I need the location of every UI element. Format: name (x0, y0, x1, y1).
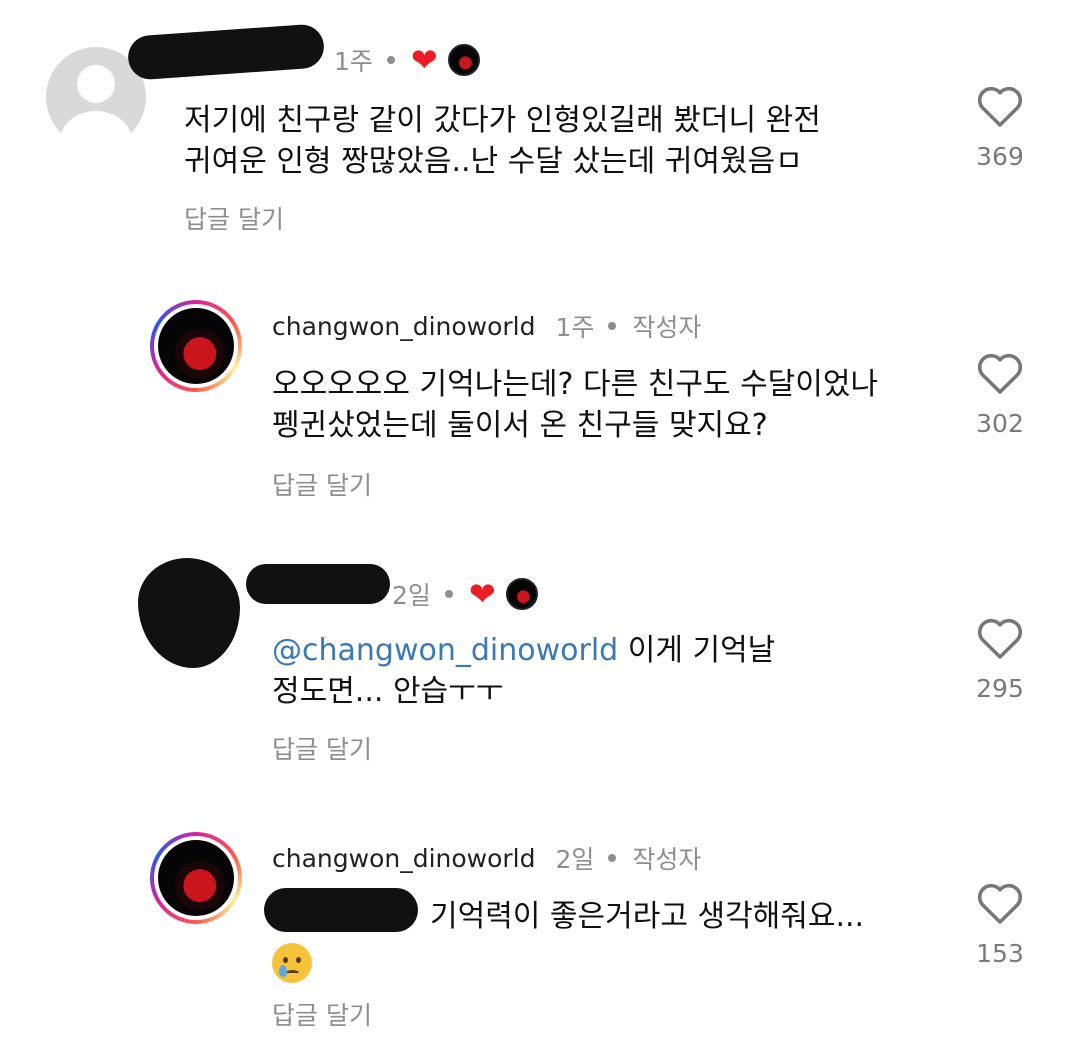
like-area: 153 (970, 881, 1030, 968)
comment-time: 2일 (392, 581, 431, 610)
username[interactable]: changwon_dinoworld (272, 312, 536, 341)
reply-button[interactable]: 답글 달기 (272, 730, 372, 766)
like-count: 369 (976, 142, 1024, 171)
reply-button[interactable]: 답글 달기 (272, 996, 372, 1032)
comment-meta: changwon_dinoworld 2일 작성자 (272, 840, 701, 876)
creator-avatar-icon (505, 578, 538, 610)
comment-text-line: 펭귄샀었는데 둘이서 온 친구들 맞지요? (272, 408, 768, 443)
like-area: 302 (970, 351, 1030, 438)
separator-dot (444, 590, 453, 598)
heart-outline-icon[interactable] (976, 881, 1024, 925)
dinoworld-logo (158, 840, 234, 916)
comment-text: 저기에 친구랑 같이 갔다가 인형있길래 봤더니 완전 귀여운 인형 짱많았음.… (184, 100, 821, 182)
comment-text-line: 오오오오오 기억나는데? 다른 친구도 수달이었나 (272, 367, 879, 402)
comment-time: 1주 (334, 47, 373, 76)
separator-dot (608, 854, 617, 862)
like-count: 302 (976, 409, 1024, 438)
comment-text: 기억력이 좋은거라고 생각해줘요... (272, 896, 864, 983)
redacted-username (246, 564, 390, 604)
reply-button[interactable]: 답글 달기 (272, 466, 372, 502)
separator-dot (386, 56, 395, 64)
creator-avatar[interactable] (150, 300, 242, 392)
emoji-eye (283, 956, 288, 963)
comment-text-rest: 이게 기억날 (618, 633, 776, 668)
creator-liked-heart-icon: ❤ (468, 575, 496, 613)
emoji-mouth (286, 969, 299, 976)
heart-outline-icon[interactable] (976, 616, 1024, 660)
redacted-avatar[interactable] (138, 558, 240, 668)
comment-meta: 1주 ❤ (334, 42, 480, 78)
username[interactable]: changwon_dinoworld (272, 844, 536, 873)
comment-text-line: 정도면... 안습ㅜㅜ (272, 674, 504, 709)
author-badge: 작성자 (632, 845, 702, 874)
redacted-username (126, 23, 326, 81)
like-area: 369 (970, 84, 1030, 171)
avatar-ring-inner (154, 836, 238, 920)
creator-avatar[interactable] (150, 832, 242, 924)
comment-meta: changwon_dinoworld 1주 작성자 (272, 308, 701, 344)
comment-text-line: 기억력이 좋은거라고 생각해줘요... (430, 899, 865, 934)
creator-avatar-icon (447, 44, 480, 76)
comment-text-line: 귀여운 인형 짱많았음..난 수달 샀는데 귀여웠음ㅁ (184, 144, 803, 179)
emoji-tear (279, 964, 287, 977)
avatar-body-shape (60, 111, 132, 147)
separator-dot (608, 322, 617, 330)
comment-text-line: 저기에 친구랑 같이 갔다가 인형있길래 봤더니 완전 (184, 103, 821, 138)
mention-link[interactable]: @changwon_dinoworld (272, 633, 618, 668)
avatar-ring-inner (154, 304, 238, 388)
author-badge: 작성자 (632, 313, 702, 342)
comment-meta: 2일 ❤ (392, 576, 538, 612)
avatar-head-shape (77, 65, 115, 103)
comment-time: 2일 (555, 845, 595, 874)
heart-outline-icon[interactable] (976, 351, 1024, 395)
comment-text: 오오오오오 기억나는데? 다른 친구도 수달이었나 펭귄샀었는데 둘이서 온 친… (272, 364, 878, 446)
comment-text-line: @changwon_dinoworld 이게 기억날 (272, 630, 775, 671)
creator-liked-heart-icon: ❤ (410, 41, 438, 79)
dinoworld-logo (158, 308, 234, 384)
like-count: 295 (976, 674, 1024, 703)
like-area: 295 (970, 616, 1030, 703)
comment-text: @changwon_dinoworld 이게 기억날 정도면... 안습ㅜㅜ (272, 630, 775, 712)
comment-text-line (272, 941, 864, 983)
comment-time: 1주 (555, 313, 595, 342)
comments-list: 1주 ❤ 저기에 친구랑 같이 갔다가 인형있길래 봤더니 완전 귀여운 인형 … (0, 0, 1080, 1050)
heart-outline-icon[interactable] (976, 84, 1024, 128)
like-count: 153 (976, 939, 1024, 968)
emoji-eye (296, 956, 301, 963)
reply-button[interactable]: 답글 달기 (184, 200, 284, 236)
crying-face-icon (272, 942, 312, 983)
